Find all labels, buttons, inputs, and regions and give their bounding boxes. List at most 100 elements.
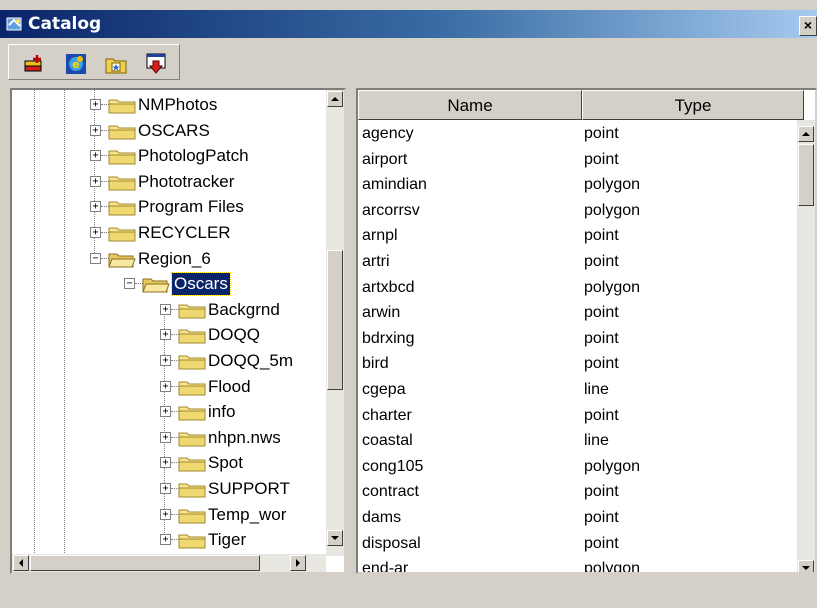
list-row[interactable]: agency point: [358, 121, 798, 147]
expand-button[interactable]: +: [160, 483, 171, 494]
tree-item-label: SUPPORT: [208, 479, 290, 498]
tree-item-label: Program Files: [138, 197, 244, 217]
tree-item-label: info: [208, 402, 236, 422]
tree-item-label: DOQQ: [208, 325, 260, 345]
folder-icon: [108, 225, 136, 242]
list-cell-type: polygon: [584, 201, 641, 219]
expand-button[interactable]: +: [160, 303, 171, 315]
list-row[interactable]: bdrxing point: [358, 326, 798, 352]
toolbar: e: [0, 40, 817, 82]
close-button[interactable]: ×: [799, 16, 817, 36]
list-row[interactable]: dams point: [358, 505, 798, 531]
expand-button[interactable]: +: [160, 406, 171, 418]
folder-icon: [178, 430, 206, 447]
list-row[interactable]: cgepa line: [358, 377, 798, 403]
folder-icon: [178, 353, 206, 370]
left-arrow-icon: [19, 559, 23, 567]
list-row[interactable]: end-ar polygon: [358, 556, 798, 572]
list-row[interactable]: arcorrsv polygon: [358, 198, 798, 224]
internet-explorer-icon[interactable]: e: [65, 53, 87, 75]
up-arrow-icon: [331, 97, 339, 101]
list-row[interactable]: arnpl point: [358, 223, 798, 249]
scroll-right-button[interactable]: [290, 555, 306, 571]
expand-button[interactable]: +: [160, 508, 171, 520]
list-cell-name: contract: [362, 483, 419, 501]
column-header-name[interactable]: Name: [358, 90, 582, 120]
scroll-left-button[interactable]: [13, 555, 29, 571]
tree-item-label: Oscars: [171, 272, 231, 297]
list-cell-type: point: [584, 509, 619, 526]
scroll-thumb[interactable]: [30, 555, 260, 571]
tree-item-label: PhotologPatch: [138, 146, 249, 166]
list-cell-type: point: [584, 125, 619, 142]
tree-item-label: DOQQ_5m: [208, 351, 294, 370]
scroll-down-button[interactable]: [798, 560, 814, 572]
catalog-app-icon: [6, 17, 22, 31]
expand-button[interactable]: +: [160, 380, 171, 392]
folder-icon: [108, 123, 136, 140]
list-row[interactable]: contract point: [358, 479, 798, 505]
collapse-button[interactable]: −: [90, 252, 101, 264]
expand-button[interactable]: +: [90, 99, 101, 110]
list-cell-type: line: [584, 432, 609, 450]
expand-button[interactable]: +: [160, 355, 171, 366]
expand-button[interactable]: +: [90, 227, 101, 238]
list-cell-type: point: [584, 534, 619, 552]
tree-vertical-scrollbar[interactable]: [326, 90, 344, 556]
expand-button[interactable]: +: [90, 175, 101, 187]
tree-horizontal-scrollbar[interactable]: [12, 554, 326, 572]
expand-button[interactable]: +: [160, 431, 171, 443]
list-cell-type: point: [584, 253, 619, 270]
scroll-up-button[interactable]: [327, 91, 343, 107]
list-cell-name: dams: [362, 509, 402, 526]
scroll-down-button[interactable]: [327, 530, 343, 546]
tree-item-label: Tiger: [208, 530, 247, 550]
expand-button[interactable]: +: [90, 201, 101, 213]
list-row[interactable]: arwin point: [358, 300, 798, 326]
collapse-button[interactable]: −: [124, 278, 135, 290]
list-row[interactable]: airport point: [358, 147, 798, 173]
list-cell-type: point: [584, 304, 619, 322]
contents-list[interactable]: Name Type agency point airport point amindia…: [356, 88, 817, 574]
list-row[interactable]: bird point: [358, 351, 798, 377]
expand-button[interactable]: +: [90, 150, 101, 162]
catalog-window: Catalog × e + NMPhotos + OSCARS + Photol…: [0, 0, 817, 608]
folder-tree[interactable]: + NMPhotos + OSCARS + PhotologPatch + Phototrac…: [10, 88, 346, 574]
folder-icon: [178, 481, 206, 498]
list-row[interactable]: artri point: [358, 249, 798, 275]
right-arrow-icon: [296, 559, 300, 567]
list-cell-name: cgepa: [362, 381, 406, 398]
list-cell-type: point: [584, 406, 619, 424]
list-row[interactable]: coastal line: [358, 428, 798, 454]
list-row[interactable]: cong105 polygon: [358, 454, 798, 480]
scroll-thumb[interactable]: [327, 250, 343, 390]
folder-icon: [178, 302, 206, 319]
list-cell-type: point: [584, 329, 619, 347]
tree-guide-line: [64, 90, 65, 572]
list-cell-name: bdrxing: [362, 329, 415, 347]
list-row[interactable]: charter point: [358, 403, 798, 429]
list-cell-name: arnpl: [362, 227, 398, 245]
list-cell-name: artri: [362, 253, 390, 270]
tree-item-label: RECYCLER: [138, 223, 231, 242]
export-icon[interactable]: [145, 53, 167, 75]
list-row[interactable]: amindian polygon: [358, 172, 798, 198]
scroll-up-button[interactable]: [798, 126, 814, 142]
down-arrow-icon: [331, 536, 339, 540]
folder-icon: [178, 532, 206, 549]
folder-star-icon[interactable]: [105, 53, 127, 75]
scroll-thumb[interactable]: [798, 144, 814, 206]
list-row[interactable]: artxbcd polygon: [358, 275, 798, 301]
list-vertical-scrollbar[interactable]: [797, 120, 815, 572]
add-layer-icon[interactable]: [23, 53, 45, 75]
tree-item-label: Flood: [208, 376, 251, 396]
list-row[interactable]: disposal point: [358, 531, 798, 557]
expand-button[interactable]: +: [160, 457, 171, 469]
list-cell-type: point: [584, 355, 619, 373]
expand-button[interactable]: +: [160, 329, 171, 341]
expand-button[interactable]: +: [160, 534, 171, 546]
expand-button[interactable]: +: [90, 124, 101, 136]
title-bar[interactable]: Catalog ×: [0, 10, 817, 38]
column-header-type[interactable]: Type: [582, 90, 804, 120]
tree-item-label: Region_6: [138, 248, 211, 268]
